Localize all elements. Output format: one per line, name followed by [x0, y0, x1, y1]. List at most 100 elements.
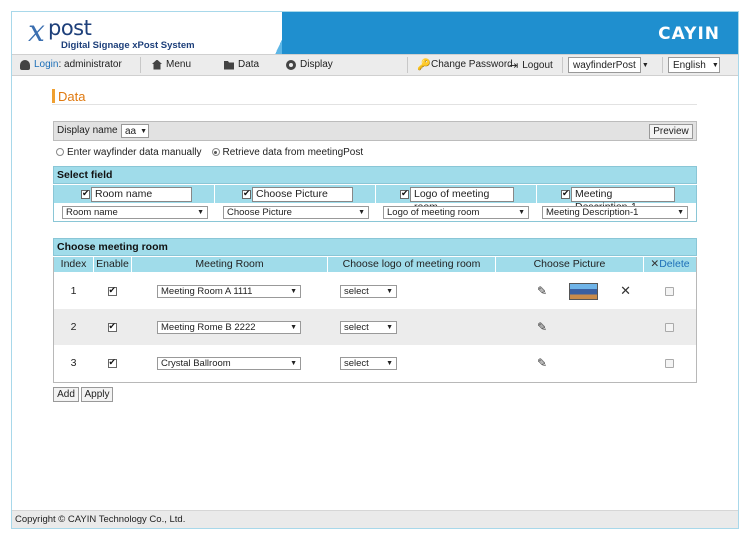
- key-icon: 🔑: [417, 58, 431, 71]
- row-enable-checkbox[interactable]: [107, 357, 117, 368]
- field-checkbox-3[interactable]: [400, 188, 409, 199]
- picture-thumbnail: [569, 282, 599, 300]
- field-select-2[interactable]: Choose Picture ▼: [223, 206, 369, 219]
- row-room-cell: Meeting Rome B 2222 ▼: [131, 309, 327, 345]
- row-index: 3: [70, 357, 77, 369]
- chevron-down-icon: ▼: [386, 323, 393, 331]
- row-delete-checkbox[interactable]: [664, 286, 674, 296]
- row-room-value: Crystal Ballroom: [161, 357, 231, 369]
- chevron-down-icon: ▼: [641, 61, 649, 69]
- row-room-select[interactable]: Crystal Ballroom ▼: [157, 356, 301, 370]
- radio-retrieve-option[interactable]: Retrieve data from meetingPost: [211, 147, 364, 158]
- chevron-down-icon: ▼: [518, 209, 525, 216]
- row-delete-checkbox[interactable]: [664, 358, 674, 368]
- chevron-down-icon: ▼: [197, 209, 204, 216]
- gear-icon: [286, 59, 296, 70]
- change-password-link[interactable]: 🔑 Change Password: [417, 59, 513, 70]
- radio-manual-label: Enter wayfinder data manually: [67, 147, 202, 158]
- col-picture: Choose Picture: [496, 257, 644, 272]
- row-delete-cell: [643, 273, 695, 309]
- language-select[interactable]: English ▼: [668, 57, 720, 73]
- nav-divider: [140, 57, 141, 73]
- chevron-down-icon: ▼: [290, 323, 297, 331]
- field-select-3[interactable]: Logo of meeting room ▼: [383, 206, 529, 219]
- logout-label: Logout: [522, 60, 553, 71]
- col-logo: Choose logo of meeting room: [328, 257, 496, 272]
- field-input-4[interactable]: Meeting Description-1: [571, 187, 675, 213]
- display-name-value: aa: [125, 125, 137, 137]
- delete-label: Delete: [659, 258, 690, 270]
- row-delete-checkbox[interactable]: [664, 322, 674, 332]
- data-link[interactable]: Data: [224, 59, 259, 70]
- menu-link[interactable]: Menu: [152, 59, 191, 70]
- row-room-select[interactable]: Meeting Room A 1111 ▼: [157, 284, 301, 298]
- display-link[interactable]: Display: [286, 59, 333, 70]
- display-label: Display: [300, 59, 333, 70]
- row-logo-cell: select ▼: [327, 345, 495, 381]
- table-row: 1 Meeting Room A 1111 ▼ select ▼ ✎ ✕: [54, 273, 696, 309]
- row-room-select[interactable]: Meeting Rome B 2222 ▼: [157, 320, 301, 334]
- row-enable-checkbox[interactable]: [107, 321, 117, 332]
- nav-divider: [562, 57, 563, 73]
- field-input-3[interactable]: Logo of meeting room: [410, 187, 514, 213]
- field-checkbox-1[interactable]: [81, 188, 90, 199]
- row-enable-cell: [93, 309, 131, 345]
- nav-divider: [662, 57, 663, 73]
- xpost-logo-post: post: [48, 16, 92, 40]
- field-select-1-value: Room name: [66, 207, 118, 218]
- cayin-logo: CAYIN: [658, 24, 720, 44]
- delete-header[interactable]: ✕Delete: [644, 257, 696, 272]
- row-logo-cell: select ▼: [327, 309, 495, 345]
- app-select[interactable]: wayfinderPost ▼: [568, 57, 649, 73]
- col-enable: Enable: [94, 257, 132, 272]
- row-picture-cell: ✎: [495, 345, 643, 381]
- logout-link[interactable]: ⇥ Logout: [509, 59, 553, 72]
- row-logo-value: select: [344, 357, 369, 369]
- row-logo-select[interactable]: select ▼: [340, 284, 397, 298]
- field-select-4-value: Meeting Description-1: [546, 207, 639, 218]
- radio-retrieve[interactable]: [211, 148, 220, 156]
- row-logo-cell: select ▼: [327, 273, 495, 309]
- apply-button[interactable]: Apply: [81, 387, 113, 402]
- field-select-2-value: Choose Picture: [227, 207, 292, 218]
- field-select-4[interactable]: Meeting Description-1 ▼: [542, 206, 688, 219]
- login-link[interactable]: Login: [34, 59, 58, 70]
- radio-retrieve-label: Retrieve data from meetingPost: [222, 147, 364, 158]
- chevron-down-icon: ▼: [677, 209, 684, 216]
- logout-icon: ⇥: [509, 60, 519, 72]
- folder-icon: [224, 61, 234, 70]
- select-field-panel: Room name Choose Picture Logo of meeting…: [53, 185, 697, 222]
- field-input-1[interactable]: Room name: [91, 187, 192, 202]
- field-input-2[interactable]: Choose Picture: [252, 187, 353, 202]
- row-enable-cell: [93, 345, 131, 381]
- edit-picture-icon[interactable]: ✎: [537, 284, 547, 298]
- edit-picture-icon[interactable]: ✎: [537, 356, 547, 370]
- radio-manual-option[interactable]: Enter wayfinder data manually: [56, 147, 202, 158]
- field-checkbox-2[interactable]: [242, 188, 251, 199]
- radio-manual[interactable]: [56, 148, 64, 156]
- edit-picture-icon[interactable]: ✎: [537, 320, 547, 334]
- row-delete-cell: [643, 309, 695, 345]
- row-logo-select[interactable]: select ▼: [340, 320, 397, 334]
- row-logo-select[interactable]: select ▼: [340, 356, 397, 370]
- row-logo-value: select: [344, 285, 369, 297]
- row-room-cell: Crystal Ballroom ▼: [131, 345, 327, 381]
- display-name-bar: Display name : aa ▼ Preview: [53, 121, 697, 141]
- field-cell-4: Meeting Description-1: [537, 185, 696, 213]
- select-field-heading: Select field: [53, 166, 697, 184]
- field-cell-1: Room name: [54, 185, 215, 203]
- remove-picture-icon[interactable]: ✕: [620, 283, 631, 299]
- display-name-select[interactable]: aa ▼: [121, 124, 149, 138]
- row-room-cell: Meeting Room A 1111 ▼: [131, 273, 327, 309]
- field-checkbox-4[interactable]: [561, 188, 570, 199]
- field-select-1[interactable]: Room name ▼: [62, 206, 208, 219]
- chevron-down-icon: ▼: [140, 127, 148, 135]
- add-button[interactable]: Add: [53, 387, 79, 402]
- page-title: Data: [58, 89, 86, 104]
- change-password-label: Change Password: [431, 59, 513, 70]
- chevron-down-icon: ▼: [386, 359, 393, 367]
- row-index: 2: [70, 321, 77, 333]
- preview-button[interactable]: Preview: [649, 124, 693, 139]
- row-enable-checkbox[interactable]: [107, 285, 117, 296]
- menu-label: Menu: [166, 59, 192, 70]
